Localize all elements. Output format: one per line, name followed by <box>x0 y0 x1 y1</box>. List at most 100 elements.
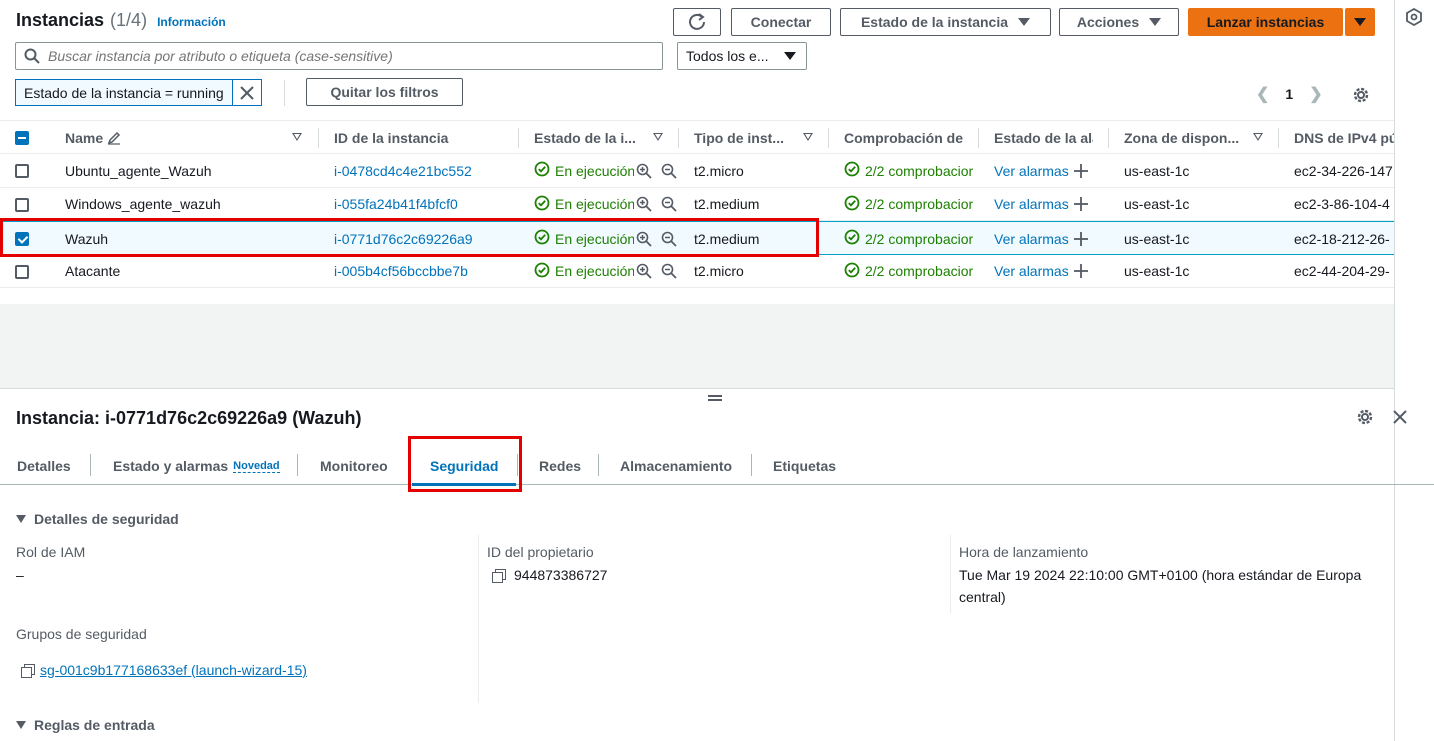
info-link[interactable]: Información <box>157 15 226 29</box>
sort-icon[interactable] <box>292 133 302 141</box>
resize-handle[interactable] <box>708 395 722 401</box>
launch-instances-button[interactable]: Lanzar instancias <box>1188 8 1343 36</box>
inbound-rules-toggle[interactable]: Reglas de entrada <box>16 717 155 733</box>
column-header-public-dns[interactable]: DNS de IPv4 pú <box>1294 121 1394 155</box>
public-dns: ec2-3-86-104-4 <box>1294 196 1390 212</box>
availability-zone: us-east-1c <box>1124 196 1190 212</box>
public-dns: ec2-44-204-29- <box>1294 263 1390 279</box>
column-header-instance-id[interactable]: ID de la instancia <box>334 121 504 155</box>
panel-settings-button[interactable] <box>1356 408 1374 429</box>
instance-state: En ejecución <box>534 154 634 187</box>
tab-monitoreo[interactable]: Monitoreo <box>320 447 388 485</box>
view-alarms-link[interactable]: Ver alarmas <box>994 154 1074 187</box>
table-row[interactable]: Ubuntu_agente_Wazuh i-0478cd4c4e21bc552 En… <box>0 154 1394 188</box>
copy-icon[interactable] <box>21 663 35 678</box>
column-divider <box>318 128 319 148</box>
table-row[interactable]: Atacante i-005b4cf56bccbbe7b En ejecución t… <box>0 255 1394 288</box>
tab-label: Redes <box>539 458 582 474</box>
close-panel-button[interactable] <box>1392 409 1408 428</box>
instance-state-label: En ejecución <box>555 162 634 179</box>
add-alarm-icon[interactable] <box>1073 222 1089 255</box>
caret-down-icon <box>784 52 796 60</box>
security-group-link[interactable]: sg-001c9b177168633ef (launch-wizard-15) <box>40 659 307 681</box>
instances-table: Name ID de la instancia Estado de la i..… <box>0 120 1394 288</box>
tab-divider <box>751 454 752 476</box>
connect-button[interactable]: Conectar <box>731 8 831 36</box>
column-header-name[interactable]: Name <box>65 121 295 155</box>
column-header-type[interactable]: Tipo de inst... <box>694 121 799 155</box>
clear-filters-label: Quitar los filtros <box>330 84 439 100</box>
column-divider <box>978 128 979 148</box>
instance-id-link[interactable]: i-055fa24b41f4bfcf0 <box>334 188 514 221</box>
view-alarms-link[interactable]: Ver alarmas <box>994 255 1074 288</box>
security-details-toggle[interactable]: Detalles de seguridad <box>16 511 179 527</box>
zoom-out-icon[interactable] <box>661 154 677 187</box>
sort-icon[interactable] <box>1253 133 1263 141</box>
add-alarm-icon[interactable] <box>1073 154 1089 187</box>
tab-redes[interactable]: Redes <box>539 447 581 485</box>
row-checkbox[interactable] <box>15 197 29 212</box>
column-header-availability-zone[interactable]: Zona de dispon... <box>1124 121 1246 155</box>
tab-detalles[interactable]: Detalles <box>17 447 71 485</box>
status-check-label: 2/2 comprobacior <box>865 230 974 247</box>
table-settings-button[interactable] <box>1352 86 1370 107</box>
tab-almacenamiento[interactable]: Almacenamiento <box>620 447 732 485</box>
view-alarms-link[interactable]: Ver alarmas <box>994 188 1074 221</box>
refresh-button[interactable] <box>673 8 721 36</box>
column-header-alarm-status[interactable]: Estado de la ala <box>994 121 1093 155</box>
tab-etiquetas[interactable]: Etiquetas <box>773 447 836 485</box>
sort-icon[interactable] <box>803 133 813 141</box>
column-divider <box>950 535 951 613</box>
search-input[interactable] <box>48 48 628 64</box>
highlight-annotation <box>408 436 522 492</box>
add-alarm-icon[interactable] <box>1073 188 1089 221</box>
search-box[interactable] <box>15 42 663 70</box>
caret-down-icon <box>16 721 26 729</box>
status-check: 2/2 comprobacior <box>844 222 978 255</box>
public-dns: ec2-18-212-26- <box>1294 230 1390 247</box>
instance-type: t2.micro <box>694 162 744 179</box>
zoom-in-icon[interactable] <box>636 188 652 221</box>
close-icon <box>239 85 254 100</box>
add-alarm-icon[interactable] <box>1073 255 1089 288</box>
edit-icon <box>107 131 121 145</box>
state-filter-select[interactable]: Todos los e... <box>677 42 807 70</box>
table-row[interactable]: Windows_agente_wazuh i-055fa24b41f4bfcf0 E… <box>0 188 1394 221</box>
launch-options-button[interactable] <box>1345 8 1375 36</box>
view-alarms-link[interactable]: Ver alarmas <box>994 222 1074 255</box>
status-check: 2/2 comprobacior <box>844 188 978 221</box>
clear-filters-button[interactable]: Quitar los filtros <box>306 78 463 106</box>
instance-state-label: Estado de la instancia <box>860 14 1009 30</box>
zoom-out-icon[interactable] <box>661 255 677 288</box>
availability-zone: us-east-1c <box>1124 230 1190 247</box>
tab-estado-alarmas[interactable]: Estado y alarmas Novedad <box>113 447 280 485</box>
column-header-state[interactable]: Estado de la i... <box>534 121 644 155</box>
caret-down-icon <box>1149 18 1162 26</box>
column-divider <box>518 128 519 148</box>
remove-filter-button[interactable] <box>232 79 262 106</box>
status-ok-icon <box>844 195 860 214</box>
row-checkbox[interactable] <box>15 164 29 178</box>
column-header-status-check[interactable]: Comprobación de <box>844 121 978 155</box>
instance-id-link[interactable]: i-005b4cf56bccbbe7b <box>334 255 514 288</box>
instance-id-link[interactable]: i-0478cd4c4e21bc552 <box>334 154 514 187</box>
actions-dropdown[interactable]: Acciones <box>1059 8 1179 36</box>
copy-icon[interactable] <box>492 568 506 583</box>
chevron-left-icon[interactable]: ❮ <box>1256 84 1269 104</box>
connect-label: Conectar <box>750 14 812 30</box>
status-check-label: 2/2 comprobacior <box>865 263 974 279</box>
page-number[interactable]: 1 <box>1285 86 1293 102</box>
row-checkbox[interactable] <box>15 264 29 279</box>
zoom-out-icon[interactable] <box>661 188 677 221</box>
status-ok-icon <box>534 161 550 180</box>
iam-role-value: – <box>16 567 24 583</box>
info-panel-icon[interactable] <box>1405 8 1423 26</box>
sort-icon[interactable] <box>653 133 663 141</box>
instance-state-dropdown[interactable]: Estado de la instancia <box>840 8 1051 36</box>
tab-label: Monitoreo <box>320 458 388 474</box>
select-all-checkbox[interactable] <box>15 131 29 145</box>
zoom-in-icon[interactable] <box>636 255 652 288</box>
gear-icon <box>1353 87 1369 103</box>
chevron-right-icon[interactable]: ❯ <box>1309 84 1322 104</box>
zoom-in-icon[interactable] <box>636 154 652 187</box>
